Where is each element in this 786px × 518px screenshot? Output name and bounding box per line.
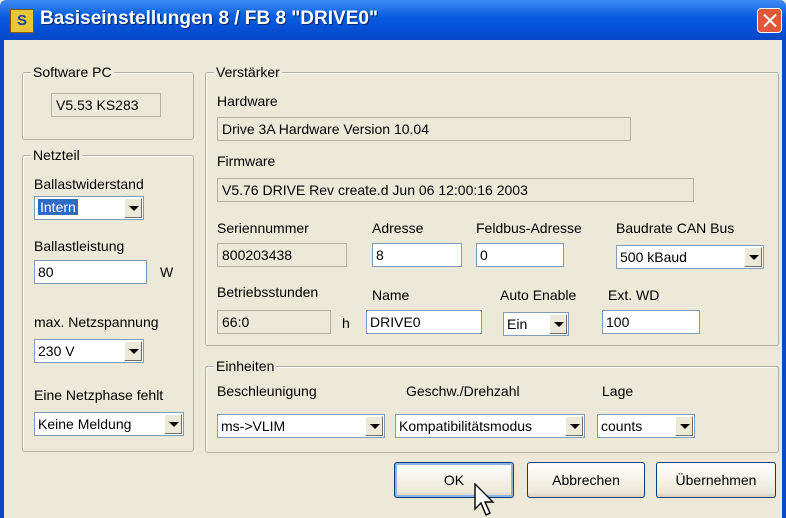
window-title: Basiseinstellungen 8 / FB 8 "DRIVE0" xyxy=(40,8,378,29)
betriebsstunden-field: 66:0 xyxy=(217,310,331,334)
auto-enable-select[interactable]: Ein xyxy=(503,312,569,336)
betriebsstunden-label: Betriebsstunden xyxy=(217,284,319,300)
dropdown-arrow-icon[interactable] xyxy=(124,198,142,218)
einheiten-group: Einheiten Beschleunigung ms->VLIM Geschw… xyxy=(205,358,779,453)
hardware-field: Drive 3A Hardware Version 10.04 xyxy=(217,117,631,141)
name-label: Name xyxy=(372,287,410,303)
dropdown-arrow-icon[interactable] xyxy=(565,416,583,436)
seriennummer-label: Seriennummer xyxy=(217,220,309,236)
feldbus-input[interactable]: 0 xyxy=(476,243,564,267)
mouse-cursor-icon xyxy=(474,483,495,516)
uebernehmen-button[interactable]: Übernehmen xyxy=(656,462,776,498)
ballastwiderstand-label: Ballastwiderstand xyxy=(34,176,144,192)
geschw-label: Geschw./Drehzahl xyxy=(406,383,520,399)
feldbus-label: Feldbus-Adresse xyxy=(476,220,582,236)
netzspannung-label: max. Netzspannung xyxy=(34,314,159,330)
software-version-field: V5.53 KS283 xyxy=(51,93,161,117)
netzspannung-select[interactable]: 230 V xyxy=(34,339,144,363)
ballastwiderstand-select[interactable]: Intern xyxy=(34,196,144,220)
ballastleistung-label: Ballastleistung xyxy=(34,238,125,254)
ext-wd-input[interactable]: 100 xyxy=(602,310,700,334)
netzteil-legend: Netzteil xyxy=(31,147,82,163)
dropdown-arrow-icon[interactable] xyxy=(744,247,762,267)
window-border-left xyxy=(0,40,4,518)
dropdown-arrow-icon[interactable] xyxy=(164,414,182,434)
baudrate-label: Baudrate CAN Bus xyxy=(616,220,735,236)
dropdown-arrow-icon[interactable] xyxy=(549,314,567,334)
software-pc-legend: Software PC xyxy=(31,64,114,80)
betriebsstunden-unit: h xyxy=(342,315,350,331)
ballastleistung-input[interactable]: 80 xyxy=(34,260,147,284)
geschw-select[interactable]: Kompatibilitätsmodus xyxy=(395,414,585,438)
beschleunigung-label: Beschleunigung xyxy=(217,383,317,399)
dialog-window: S Basiseinstellungen 8 / FB 8 "DRIVE0" S… xyxy=(0,0,786,518)
baudrate-value: 500 kBaud xyxy=(620,249,687,265)
lage-label: Lage xyxy=(602,383,634,399)
netzspannung-value: 230 V xyxy=(38,343,75,359)
dropdown-arrow-icon[interactable] xyxy=(124,341,142,361)
baudrate-select[interactable]: 500 kBaud xyxy=(616,245,764,269)
auto-enable-value: Ein xyxy=(507,316,528,332)
netzphase-select[interactable]: Keine Meldung xyxy=(34,412,184,436)
netzphase-label: Eine Netzphase fehlt xyxy=(34,387,164,403)
dropdown-arrow-icon[interactable] xyxy=(365,416,383,436)
app-icon: S xyxy=(10,9,34,33)
ballastleistung-unit: W xyxy=(160,264,174,280)
netzphase-value: Keine Meldung xyxy=(38,416,132,432)
netzteil-group: Netzteil Ballastwiderstand Intern Ballas… xyxy=(22,147,194,452)
software-pc-group: Software PC V5.53 KS283 xyxy=(22,64,194,140)
name-input[interactable]: DRIVE0 xyxy=(366,310,482,334)
verstaerker-group: Verstärker Hardware Drive 3A Hardware Ve… xyxy=(205,64,779,346)
lage-select[interactable]: counts xyxy=(597,414,695,438)
beschleunigung-select[interactable]: ms->VLIM xyxy=(217,414,385,438)
geschw-value: Kompatibilitätsmodus xyxy=(399,418,533,434)
einheiten-legend: Einheiten xyxy=(214,358,277,374)
hardware-label: Hardware xyxy=(217,93,278,109)
adresse-input[interactable]: 8 xyxy=(372,243,462,267)
seriennummer-field: 800203438 xyxy=(217,243,347,267)
verstaerker-legend: Verstärker xyxy=(214,64,282,80)
auto-enable-label: Auto Enable xyxy=(500,287,577,303)
ext-wd-label: Ext. WD xyxy=(608,287,660,303)
dropdown-arrow-icon[interactable] xyxy=(675,416,693,436)
beschleunigung-value: ms->VLIM xyxy=(221,418,286,434)
adresse-label: Adresse xyxy=(372,220,424,236)
title-bar: S Basiseinstellungen 8 / FB 8 "DRIVE0" xyxy=(0,0,786,40)
window-border-right xyxy=(782,40,786,518)
lage-value: counts xyxy=(601,418,643,434)
firmware-field: V5.76 DRIVE Rev create.d Jun 06 12:00:16… xyxy=(217,178,694,202)
close-icon[interactable] xyxy=(757,8,782,33)
firmware-label: Firmware xyxy=(217,153,276,169)
ballastwiderstand-value: Intern xyxy=(38,199,78,215)
abbrechen-button[interactable]: Abbrechen xyxy=(527,462,645,498)
